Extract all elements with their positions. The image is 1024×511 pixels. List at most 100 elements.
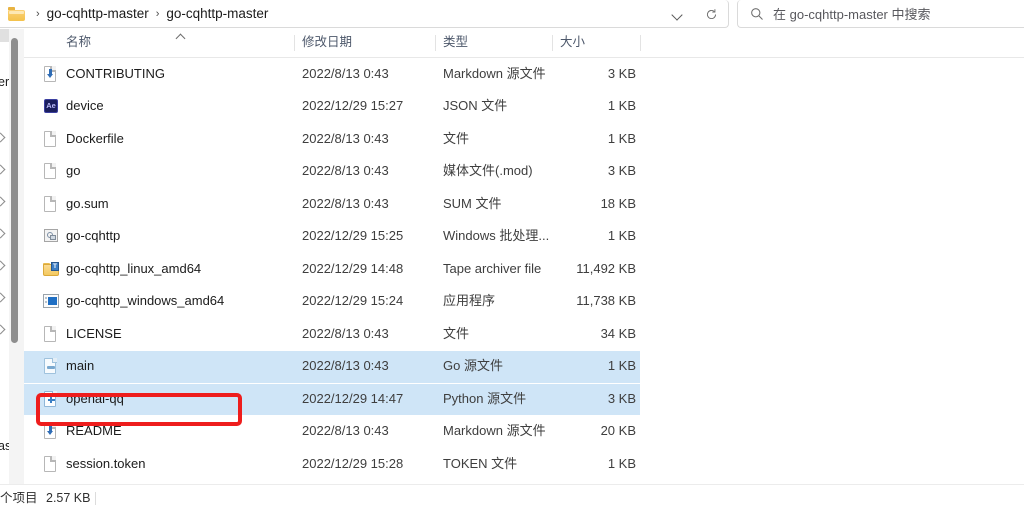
file-type: JSON 文件 [443,98,508,113]
table-row[interactable]: go-cqhttp 2022/12/29 15:25 Windows 批处理... 1… [24,220,640,253]
file-name: openai-qq [66,390,124,406]
file-name: go.sum [66,195,109,211]
table-row[interactable]: go.sum 2022/8/13 0:43 SUM 文件 18 KB [24,188,640,221]
file-size: 11,738 KB [576,293,636,308]
table-row[interactable]: session.token 2022/12/29 15:28 TOKEN 文件 1 K… [24,448,640,481]
file-size: 1 KB [607,358,636,373]
table-row[interactable]: README 2022/8/13 0:43 Markdown 源文件 20 KB [24,415,640,448]
file-type: 文件 [443,130,470,146]
chevron-right-icon[interactable] [0,293,9,303]
table-row[interactable]: Dockerfile 2022/8/13 0:43 文件 1 KB [24,123,640,156]
go-source-file-icon [43,358,59,375]
generic-file-icon [43,325,59,343]
file-size: 3 KB [607,65,636,81]
address-bar-actions [660,0,728,28]
scrollbar-thumb[interactable] [11,38,18,343]
column-header-name[interactable]: 名称 [66,29,91,56]
file-date: 2022/12/29 14:47 [302,390,404,406]
file-type: Go 源文件 [443,358,503,373]
file-size: 1 KB [607,130,636,146]
column-divider[interactable] [435,35,436,51]
file-date: 2022/8/13 0:43 [302,65,389,81]
table-row[interactable]: CONTRIBUTING 2022/8/13 0:43 Markdown 源文件 3 … [24,58,640,91]
table-row[interactable]: go-cqhttp_linux_amd642022/12/29 14:48Tap… [24,253,640,286]
breadcrumb: › go-cqhttp-master › go-cqhttp-master [8,0,269,28]
nav-selected-item[interactable] [0,29,9,42]
file-type: SUM 文件 [443,195,502,211]
file-name: go [66,163,81,178]
navigation-pane: er as [0,29,9,484]
search-icon [751,7,763,20]
file-date: 2022/8/13 0:43 [302,195,389,211]
table-row[interactable]: LICENSE 2022/8/13 0:43 文件 34 KB [24,318,640,351]
nav-item-label-clipped-2[interactable]: as [0,439,9,453]
nav-item-label-clipped-1[interactable]: er [0,75,9,89]
file-name: go-cqhttp_windows_amd64 [66,293,225,308]
chevron-right-icon[interactable] [0,261,9,271]
file-name: Dockerfile [66,130,124,146]
file-size: 34 KB [600,325,636,341]
file-date: 2022/12/29 15:28 [302,455,404,471]
file-name: go-cqhttp_linux_amd64 [66,260,202,276]
table-row[interactable]: go 2022/8/13 0:43 媒体文件(.mod) 3 KB [24,155,640,188]
table-row[interactable]: go-cqhttp_windows_amd64 2022/12/29 15:24 应… [24,285,640,318]
file-type: Python 源文件 [443,390,527,406]
file-size: 1 KB [607,228,636,243]
file-type: 媒体文件(.mod) [443,163,533,178]
file-size: 3 KB [607,390,636,406]
markdown-file-icon [43,423,59,440]
search-box[interactable]: 在 go-cqhttp-master 中搜索 [737,0,1024,28]
generic-file-icon [43,163,59,180]
refresh-icon [706,8,716,19]
breadcrumb-separator-2[interactable]: › [150,0,166,28]
table-row[interactable]: openai-qq 2022/12/29 14:47 Python 源文件 3 KB [24,382,640,415]
status-divider [95,492,96,505]
column-header-row: 名称 修改日期 类型 大小 [24,29,1024,58]
chevron-right-icon[interactable] [0,325,9,335]
status-item-count: 个项目 [0,491,38,505]
column-header-type[interactable]: 类型 [443,29,468,56]
file-size: 18 KB [600,195,636,211]
chevron-right-icon[interactable] [0,133,9,143]
caret-up-icon [177,33,186,40]
file-date: 2022/8/13 0:43 [302,163,389,178]
file-date: 2022/8/13 0:43 [302,423,389,438]
chevron-down-icon [672,9,683,20]
python-source-file-icon [43,390,59,408]
file-name: README [66,423,122,438]
column-divider[interactable] [640,35,641,51]
json-ae-file-icon: Ae [43,98,59,115]
refresh-button[interactable] [694,0,728,28]
file-date: 2022/12/29 15:25 [302,228,404,243]
column-header-size[interactable]: 大小 [560,29,585,56]
chevron-right-icon[interactable] [0,165,9,175]
file-size: 1 KB [607,98,636,113]
file-size: 3 KB [607,163,636,178]
table-row[interactable]: main 2022/8/13 0:43 Go 源文件 1 KB [24,350,640,383]
breadcrumb-separator-1[interactable]: › [30,0,46,28]
tar-archive-icon [43,261,59,278]
history-dropdown-button[interactable] [660,0,694,28]
column-header-date[interactable]: 修改日期 [302,29,352,56]
file-name: LICENSE [66,325,122,341]
address-bar[interactable]: › go-cqhttp-master › go-cqhttp-master [0,0,729,28]
file-size: 20 KB [600,423,636,438]
table-row[interactable]: Ae device 2022/12/29 15:27 JSON 文件 1 KB [24,90,640,123]
breadcrumb-item-2[interactable]: go-cqhttp-master [165,0,269,28]
file-explorer-window: › go-cqhttp-master › go-cqhttp-master 在 … [0,0,1024,511]
file-size: 11,492 KB [576,260,636,276]
column-divider[interactable] [552,35,553,51]
column-divider[interactable] [294,35,295,51]
folder-icon[interactable] [8,7,25,21]
markdown-file-icon [43,65,59,83]
file-type: 文件 [443,325,470,341]
file-type: TOKEN 文件 [443,455,518,471]
file-date: 2022/8/13 0:43 [302,130,389,146]
chevron-right-icon[interactable] [0,229,9,239]
file-type: 应用程序 [443,293,496,308]
status-bar: 个项目 2.57 KB [0,484,1024,511]
file-date: 2022/12/29 15:27 [302,98,404,113]
chevron-right-icon[interactable] [0,197,9,207]
file-name: go-cqhttp [66,228,121,243]
breadcrumb-item-1[interactable]: go-cqhttp-master [46,0,150,28]
